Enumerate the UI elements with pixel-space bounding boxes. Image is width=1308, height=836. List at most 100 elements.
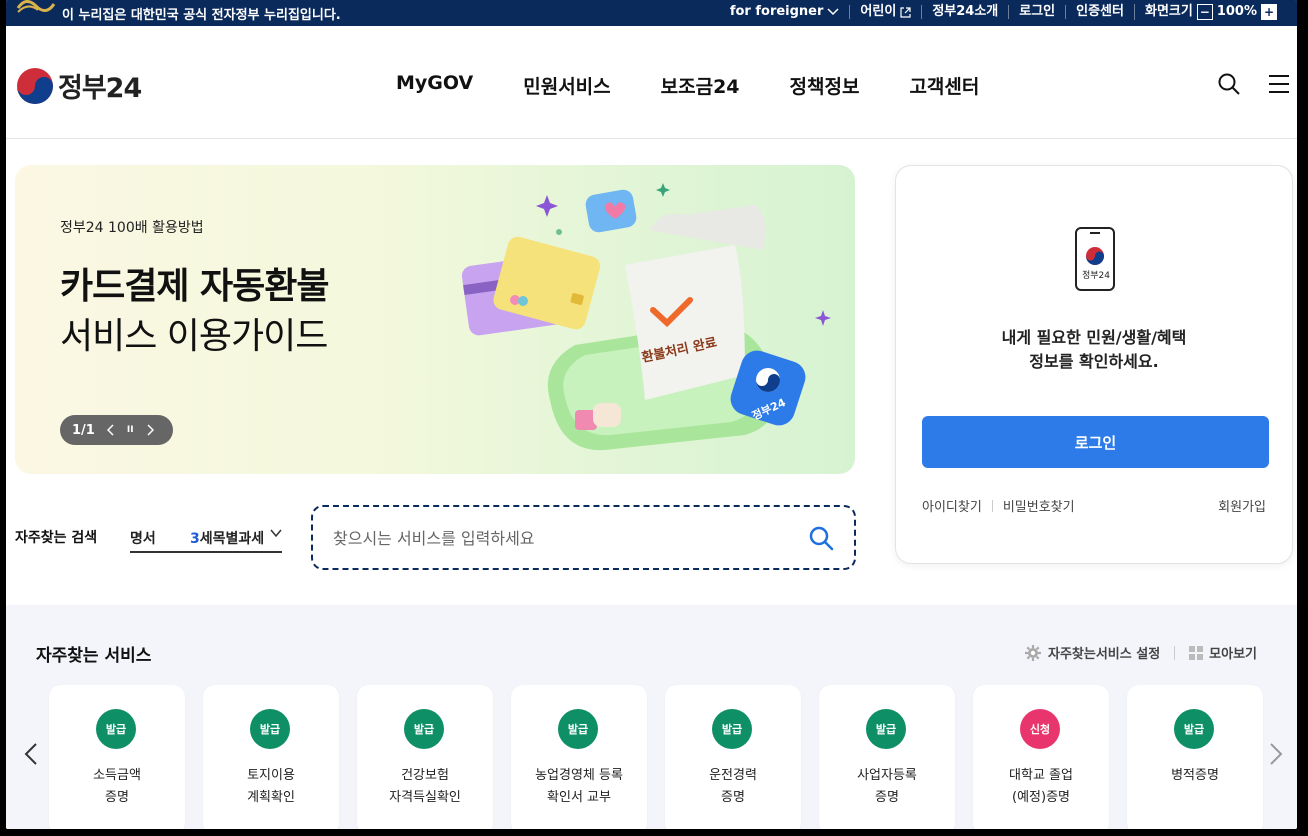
services-settings-link[interactable]: 자주찾는서비스 설정: [1048, 643, 1160, 662]
banner-title-light: 서비스 이용가이드: [60, 316, 328, 357]
service-card[interactable]: 신청대학교 졸업 (예정)증명: [973, 685, 1109, 829]
chevron-left-icon[interactable]: [106, 424, 115, 436]
site-header: 정부24 MyGOV 민원서비스 보조금24 정책정보 고객센터: [6, 26, 1297, 139]
login-message: 내게 필요한 민원/생활/혜택 정보를 확인하세요.: [896, 326, 1292, 374]
cert-center-link[interactable]: 인증센터: [1065, 5, 1134, 19]
nav-policy-info[interactable]: 정책정보: [790, 72, 860, 99]
menu-icon[interactable]: [1267, 72, 1291, 96]
service-type-badge: 발급: [96, 709, 136, 749]
gov-notice-text: 이 누리집은 대한민국 공식 전자정부 누리집입니다.: [62, 8, 341, 23]
login-message-line1: 내게 필요한 민원/생활/혜택: [1001, 328, 1187, 347]
service-card[interactable]: 발급병적증명: [1127, 685, 1263, 829]
services-tools: 자주찾는서비스 설정 모아보기: [1024, 643, 1257, 662]
service-card-label: 건강보험 자격득실확인: [389, 768, 461, 805]
frequent-search-prev[interactable]: 명서: [130, 528, 156, 548]
zoom-control: 화면크기 − 100% +: [1133, 4, 1287, 20]
external-link-icon: [900, 6, 911, 18]
frequent-search-label: 자주찾는 검색: [15, 530, 98, 546]
login-message-line2: 정보를 확인하세요.: [1029, 352, 1159, 371]
search-icon[interactable]: [1217, 72, 1241, 96]
utility-menu: for foreigner 어린이 정부24소개 로그인 인증센터 화면크기 −…: [720, 4, 1287, 20]
service-card[interactable]: 발급운전경력 증명: [665, 685, 801, 829]
nav-subsidy24[interactable]: 보조금24: [661, 72, 740, 99]
service-type-badge: 발급: [250, 709, 290, 749]
banner-title-bold: 카드결제 자동환불: [60, 266, 329, 307]
nav-customer-center[interactable]: 고객센터: [909, 72, 979, 99]
site-logo[interactable]: 정부24: [16, 66, 142, 105]
carousel-next-icon[interactable]: [1269, 742, 1283, 766]
pause-button[interactable]: II: [127, 425, 134, 435]
kids-label: 어린이: [860, 4, 897, 19]
service-card-label: 대학교 졸업 (예정)증명: [1009, 768, 1073, 805]
frequent-search-roller[interactable]: 명서 3세목별과세: [130, 519, 282, 553]
foreigner-link[interactable]: for foreigner: [720, 5, 850, 19]
login-button[interactable]: 로그인: [922, 416, 1269, 468]
service-card-label: 사업자등록 증명: [857, 768, 917, 805]
chevron-down-icon: [827, 8, 839, 16]
nav-mygov[interactable]: MyGOV: [396, 72, 473, 99]
banner-page-indicator: 1/1: [72, 422, 95, 438]
chevron-down-icon[interactable]: [270, 528, 282, 538]
service-card[interactable]: 발급토지이용 계획확인: [203, 685, 339, 829]
services-title: 자주찾는 서비스: [36, 646, 152, 666]
service-type-badge: 신청: [1020, 709, 1060, 749]
main-banner[interactable]: 정부24 100배 활용방법 카드결제 자동환불 서비스 이용가이드 1/1 I…: [15, 165, 855, 474]
service-card-label: 운전경력 증명: [709, 768, 757, 805]
zoom-out-button[interactable]: −: [1196, 4, 1213, 20]
service-type-badge: 발급: [1174, 709, 1214, 749]
divider: [991, 499, 993, 512]
zoom-value: 100%: [1216, 4, 1257, 19]
carousel-prev-icon[interactable]: [24, 742, 38, 766]
about-link[interactable]: 정부24소개: [921, 5, 1008, 19]
top-login-link[interactable]: 로그인: [1008, 5, 1065, 19]
frequent-search-current[interactable]: 3세목별과세: [190, 528, 264, 548]
gear-icon[interactable]: [1024, 644, 1042, 662]
frequent-search-term: 세목별과세: [199, 531, 265, 547]
find-id-link[interactable]: 아이디찾기: [922, 496, 982, 515]
zoom-label: 화면크기: [1144, 4, 1193, 19]
cert-center-label: 인증센터: [1076, 4, 1124, 19]
foreigner-label: for foreigner: [729, 4, 824, 19]
service-card[interactable]: 발급소득금액 증명: [49, 685, 185, 829]
service-card[interactable]: 발급건강보험 자격득실확인: [357, 685, 493, 829]
browser-page: 이 누리집은 대한민국 공식 전자정부 누리집입니다. for foreigne…: [6, 0, 1297, 829]
header-tools: [1217, 72, 1291, 96]
service-type-badge: 발급: [558, 709, 598, 749]
logo-text: 정부24: [58, 73, 142, 104]
service-card-label: 농업경영체 등록 확인서 교부: [535, 768, 623, 805]
kids-link[interactable]: 어린이: [849, 5, 921, 19]
refund-illustration: 환불처리 완료 정부24: [461, 183, 831, 451]
service-card-label: 토지이용 계획확인: [247, 768, 295, 805]
login-card: 정부24 내게 필요한 민원/생활/혜택 정보를 확인하세요. 로그인 아이디찾…: [895, 165, 1293, 564]
phone-gov24-icon: 정부24: [1075, 227, 1115, 291]
zoom-in-button[interactable]: +: [1261, 4, 1277, 20]
account-links: 아이디찾기 비밀번호찾기: [922, 496, 1075, 515]
join-link[interactable]: 회원가입: [1218, 496, 1266, 515]
service-card-label: 병적증명: [1171, 768, 1219, 783]
service-type-badge: 발급: [404, 709, 444, 749]
search-input[interactable]: [333, 525, 773, 551]
frequent-services-section: 자주찾는 서비스 자주찾는서비스 설정 모아보기 발급 소득금액 증명 발급 토지이용…: [6, 605, 1297, 829]
service-card-label: 소득금액 증명: [93, 768, 141, 805]
phone-label: 정부24: [1082, 270, 1110, 281]
service-card[interactable]: 발급사업자등록 증명: [819, 685, 955, 829]
service-type-badge: 발급: [712, 709, 752, 749]
find-password-link[interactable]: 비밀번호찾기: [1003, 496, 1075, 515]
service-card[interactable]: 발급농업경영체 등록 확인서 교부: [511, 685, 647, 829]
frequent-search-rank: 3: [190, 531, 200, 547]
nav-civil-service[interactable]: 민원서비스: [523, 72, 610, 99]
search-box: [311, 505, 856, 570]
grid-icon[interactable]: [1189, 645, 1204, 660]
service-type-badge: 발급: [866, 709, 906, 749]
taegeuk-logo-icon: [17, 67, 53, 104]
gov-notice-bar: 이 누리집은 대한민국 공식 전자정부 누리집입니다. for foreigne…: [6, 0, 1297, 26]
gov-mark-icon: [16, 0, 56, 13]
search-submit-icon[interactable]: [808, 525, 834, 551]
view-all-link[interactable]: 모아보기: [1209, 643, 1257, 662]
divider: [1174, 645, 1176, 660]
about-label: 정부24소개: [932, 4, 999, 19]
chevron-right-icon[interactable]: [146, 424, 154, 436]
banner-pager: 1/1 II: [60, 415, 173, 445]
service-cards: 발급 소득금액 증명 발급 토지이용 계획확인 발급 건강보험 자격득실확인 발급 농업경영체…: [49, 685, 1263, 829]
main-navigation: MyGOV 민원서비스 보조금24 정책정보 고객센터: [396, 72, 979, 99]
